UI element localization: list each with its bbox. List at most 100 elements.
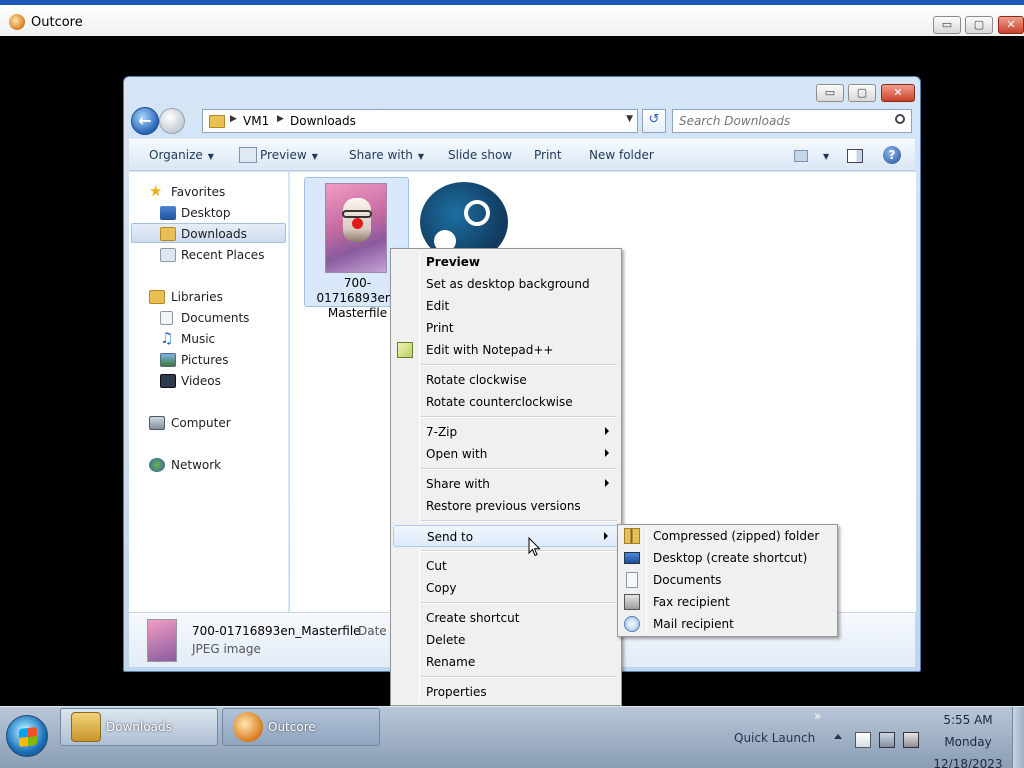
explorer-minimize-button[interactable]: ▭ xyxy=(816,84,844,102)
quick-launch-chevron[interactable]: » xyxy=(814,709,821,723)
send-to-mail-recipient[interactable]: Mail recipient xyxy=(620,613,835,635)
recent-places-icon xyxy=(160,248,176,262)
menu-item-label: 7-Zip xyxy=(426,425,458,439)
documents-icon xyxy=(626,572,638,588)
share-with-button[interactable]: Share with ▼ xyxy=(349,148,424,162)
send-to-fax-recipient[interactable]: Fax recipient xyxy=(620,591,835,613)
menu-item-rotate-clockwise[interactable]: Rotate clockwise xyxy=(393,369,619,391)
menu-item-rotate-counterclockwise[interactable]: Rotate counterclockwise xyxy=(393,391,619,413)
navigation-pane: ★ Favorites Desktop Downloads Recent Pla… xyxy=(129,172,289,612)
menu-item-edit[interactable]: Edit xyxy=(393,295,619,317)
maximize-button[interactable]: ▢ xyxy=(965,16,993,34)
taskbar-button-downloads[interactable]: Downloads xyxy=(60,708,218,746)
outcore-title: Outcore xyxy=(31,15,83,30)
nav-documents[interactable]: Documents xyxy=(129,308,287,328)
chevron-down-icon: ▼ xyxy=(207,152,214,161)
show-hidden-icons-button[interactable] xyxy=(834,734,842,739)
breadcrumb-downloads[interactable]: Downloads xyxy=(290,114,356,128)
send-to-desktop[interactable]: Desktop (create shortcut) xyxy=(620,547,835,569)
minimize-button[interactable]: ▭ xyxy=(933,16,961,34)
menu-item-label: Rotate counterclockwise xyxy=(426,395,573,409)
menu-item-set-desktop-background[interactable]: Set as desktop background xyxy=(393,273,619,295)
explorer-close-button[interactable]: ✕ xyxy=(881,84,915,102)
taskbar-button-label: Downloads xyxy=(106,720,172,734)
menu-item-copy[interactable]: Copy xyxy=(393,577,619,599)
close-button[interactable]: ✕ xyxy=(998,16,1024,34)
chevron-down-icon: ▼ xyxy=(823,152,830,161)
back-button[interactable]: ← xyxy=(131,107,159,135)
show-desktop-button[interactable] xyxy=(1012,707,1024,768)
nav-music[interactable]: ♫ Music xyxy=(129,329,287,349)
outcore-app-icon xyxy=(233,712,263,742)
taskbar-button-label: Outcore xyxy=(268,720,316,734)
volume-muted-icon[interactable] xyxy=(903,732,919,748)
submenu-arrow-icon xyxy=(605,449,609,457)
action-center-icon[interactable] xyxy=(855,732,871,748)
send-to-documents[interactable]: Documents xyxy=(620,569,835,591)
menu-item-label: Rotate clockwise xyxy=(426,373,527,387)
menu-item-share-with[interactable]: Share with xyxy=(393,473,619,495)
preview-button[interactable]: Preview ▼ xyxy=(260,148,318,162)
menu-item-preview[interactable]: Preview xyxy=(393,251,619,273)
menu-item-label: Properties xyxy=(426,685,487,699)
forward-button[interactable] xyxy=(159,108,185,134)
search-box[interactable] xyxy=(672,109,912,133)
send-to-compressed-folder[interactable]: Compressed (zipped) folder xyxy=(620,525,835,547)
refresh-button[interactable]: ↺ xyxy=(642,109,666,133)
view-dropdown[interactable]: ▼ xyxy=(818,148,829,162)
menu-item-label: Cut xyxy=(426,559,447,573)
command-bar: Organize ▼ Preview ▼ Share with ▼ Slide sho… xyxy=(129,139,915,171)
outcore-title-bar[interactable]: Outcore ▭ ▢ ✕ xyxy=(0,0,1024,36)
nav-recent-places[interactable]: Recent Places xyxy=(129,245,287,265)
nav-desktop[interactable]: Desktop xyxy=(129,203,287,223)
menu-item-edit-with-notepad[interactable]: Edit with Notepad++ xyxy=(393,339,619,361)
view-icon[interactable] xyxy=(794,150,808,162)
menu-item-print[interactable]: Print xyxy=(393,317,619,339)
help-icon[interactable]: ? xyxy=(883,146,901,164)
chevron-down-icon[interactable]: ▼ xyxy=(626,114,633,124)
slide-show-button[interactable]: Slide show xyxy=(448,148,512,162)
print-button[interactable]: Print xyxy=(534,148,562,162)
menu-item-cut[interactable]: Cut xyxy=(393,555,619,577)
nav-pictures[interactable]: Pictures xyxy=(129,350,287,370)
taskbar-button-outcore[interactable]: Outcore xyxy=(222,708,380,746)
chevron-right-icon: ▶ xyxy=(230,114,237,124)
nav-computer[interactable]: Computer xyxy=(129,413,287,433)
quick-launch-label[interactable]: Quick Launch xyxy=(734,731,815,745)
menu-item-label: Mail recipient xyxy=(653,617,734,631)
start-button[interactable] xyxy=(6,715,48,757)
address-bar[interactable]: ▶ VM1 ▶ Downloads ▼ xyxy=(202,109,638,133)
menu-item-send-to[interactable]: Send to xyxy=(393,525,619,547)
menu-item-rename[interactable]: Rename xyxy=(393,651,619,673)
preview-pane-icon[interactable] xyxy=(847,149,863,163)
menu-item-label: Restore previous versions xyxy=(426,499,581,513)
clock[interactable]: 5:55 AM Monday 12/18/2023 xyxy=(932,709,1004,768)
menu-item-create-shortcut[interactable]: Create shortcut xyxy=(393,607,619,629)
folder-icon xyxy=(71,712,101,742)
organize-button[interactable]: Organize ▼ xyxy=(149,148,214,162)
breadcrumb-vm1[interactable]: VM1 xyxy=(243,114,269,128)
menu-item-label: Open with xyxy=(426,447,488,461)
menu-item-7zip[interactable]: 7-Zip xyxy=(393,421,619,443)
nav-favorites[interactable]: ★ Favorites xyxy=(129,182,287,202)
nav-network[interactable]: Network xyxy=(129,455,287,475)
search-icon[interactable] xyxy=(895,114,905,124)
nav-downloads[interactable]: Downloads xyxy=(131,223,286,243)
new-folder-button[interactable]: New folder xyxy=(589,148,654,162)
search-input[interactable] xyxy=(679,113,879,129)
menu-item-restore-previous-versions[interactable]: Restore previous versions xyxy=(393,495,619,517)
nav-libraries[interactable]: Libraries xyxy=(129,287,287,307)
menu-item-open-with[interactable]: Open with xyxy=(393,443,619,465)
chevron-right-icon: ▶ xyxy=(277,114,284,124)
menu-item-properties[interactable]: Properties xyxy=(393,681,619,703)
nav-videos[interactable]: Videos xyxy=(129,371,287,391)
pictures-icon xyxy=(160,353,176,367)
network-icon[interactable] xyxy=(879,732,895,748)
nav-documents-label: Documents xyxy=(181,311,250,325)
explorer-maximize-button[interactable]: ▢ xyxy=(848,84,876,102)
menu-item-delete[interactable]: Delete xyxy=(393,629,619,651)
zip-folder-icon xyxy=(624,528,640,544)
mouse-cursor-icon xyxy=(528,537,541,557)
mail-icon xyxy=(624,616,640,632)
menu-item-label: Copy xyxy=(426,581,457,595)
